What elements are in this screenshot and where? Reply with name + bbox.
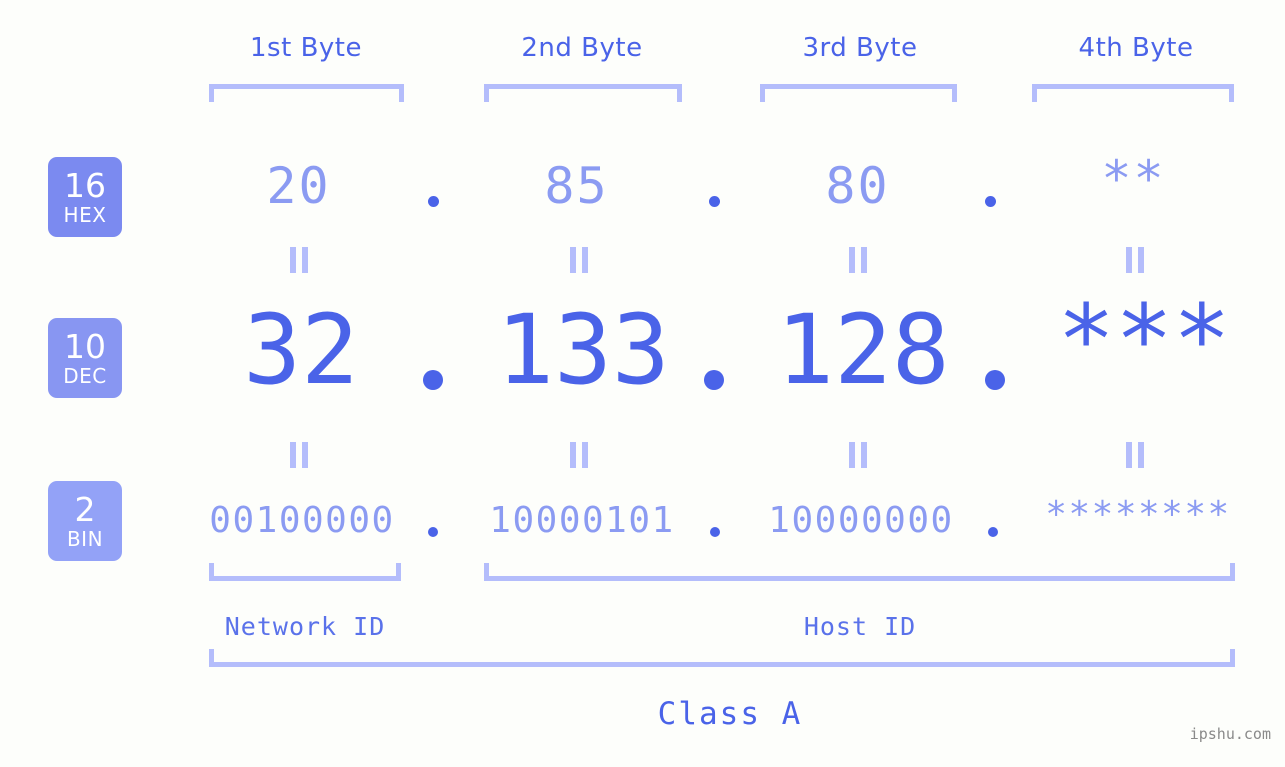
equals-marker-hex-dec-4 [1124, 247, 1146, 273]
radix-badge-hex-number: 16 [64, 166, 106, 205]
dec-separator-1 [423, 370, 443, 390]
ip-address-breakdown-diagram: 1st Byte 2nd Byte 3rd Byte 4th Byte 16 H… [0, 0, 1285, 767]
dec-separator-3 [985, 370, 1005, 390]
equals-marker-hex-dec-2 [568, 247, 590, 273]
class-label: Class A [657, 696, 803, 732]
bin-byte-2-value: 10000101 [489, 500, 675, 541]
hex-byte-2-value: 85 [544, 157, 609, 215]
byte-bracket-4 [1032, 84, 1234, 102]
radix-badge-dec-number: 10 [64, 327, 106, 366]
bin-byte-4-value: ******** [1045, 494, 1231, 535]
hex-byte-1-value: 20 [266, 157, 331, 215]
byte-bracket-2 [484, 84, 682, 102]
equals-marker-dec-bin-4 [1124, 442, 1146, 468]
byte-header-3: 3rd Byte [802, 33, 918, 63]
equals-marker-dec-bin-2 [568, 442, 590, 468]
radix-badge-bin-number: 2 [74, 490, 96, 529]
radix-badge-hex-label: HEX [63, 203, 107, 227]
host-id-bracket [484, 563, 1235, 581]
hex-byte-4-value: ** [1101, 150, 1166, 208]
network-id-label: Network ID [224, 612, 386, 641]
byte-header-4: 4th Byte [1078, 33, 1194, 63]
equals-marker-hex-dec-3 [847, 247, 869, 273]
dec-byte-4-value: *** [1057, 284, 1231, 396]
radix-badge-dec: 10 DEC [48, 318, 122, 398]
equals-marker-dec-bin-3 [847, 442, 869, 468]
site-watermark: ipshu.com [1189, 725, 1271, 743]
radix-badge-bin-label: BIN [66, 527, 104, 551]
byte-bracket-1 [209, 84, 404, 102]
hex-separator-2 [709, 196, 720, 207]
byte-header-2: 2nd Byte [521, 33, 643, 63]
equals-marker-dec-bin-1 [288, 442, 310, 468]
radix-badge-dec-label: DEC [63, 364, 107, 388]
bin-separator-1 [428, 527, 438, 537]
class-bracket [209, 649, 1235, 667]
hex-byte-3-value: 80 [825, 157, 890, 215]
byte-bracket-3 [760, 84, 957, 102]
byte-header-1: 1st Byte [250, 33, 362, 63]
dec-byte-3-value: 128 [776, 294, 950, 406]
dec-separator-2 [704, 370, 724, 390]
bin-byte-3-value: 10000000 [768, 500, 954, 541]
dec-byte-1-value: 32 [243, 294, 359, 406]
bin-separator-3 [988, 527, 998, 537]
bin-byte-1-value: 00100000 [209, 500, 395, 541]
bin-separator-2 [710, 527, 720, 537]
radix-badge-bin: 2 BIN [48, 481, 122, 561]
hex-separator-1 [428, 196, 439, 207]
host-id-label: Host ID [803, 612, 917, 641]
dec-byte-2-value: 133 [496, 294, 670, 406]
radix-badge-hex: 16 HEX [48, 157, 122, 237]
network-id-bracket [209, 563, 401, 581]
hex-separator-3 [985, 196, 996, 207]
equals-marker-hex-dec-1 [288, 247, 310, 273]
